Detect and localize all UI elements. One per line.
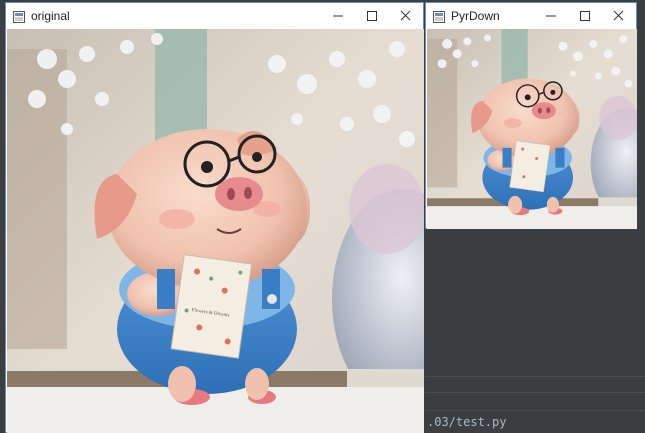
original-window: original Flowers & Dreams	[5, 2, 424, 433]
original-window-title: original	[31, 9, 70, 23]
original-titlebar[interactable]: original	[6, 3, 423, 29]
maximize-icon	[367, 11, 377, 21]
minimize-icon	[333, 15, 343, 17]
maximize-icon	[580, 11, 590, 21]
ide-divider	[425, 376, 645, 377]
pyrdown-titlebar[interactable]: PyrDown	[426, 3, 636, 29]
minimize-button[interactable]	[321, 3, 355, 29]
ide-divider	[425, 392, 645, 393]
pyrdown-image	[427, 29, 637, 229]
minimize-icon	[546, 15, 556, 17]
minimize-button[interactable]	[534, 3, 568, 29]
ide-divider	[425, 410, 645, 411]
close-button[interactable]	[602, 3, 636, 29]
pig-photo-small	[427, 29, 637, 229]
pig-photo: Flowers & Dreams	[7, 29, 424, 433]
opencv-window-icon	[13, 10, 25, 23]
original-image: Flowers & Dreams	[7, 29, 424, 433]
close-button[interactable]	[389, 3, 423, 29]
ide-terminal-text: .03/test.py	[427, 415, 507, 429]
maximize-button[interactable]	[568, 3, 602, 29]
close-icon	[400, 10, 411, 21]
close-icon	[613, 10, 624, 21]
opencv-window-icon	[433, 10, 445, 23]
pyrdown-window-title: PyrDown	[451, 9, 500, 23]
maximize-button[interactable]	[355, 3, 389, 29]
pyrdown-window: PyrDown	[425, 2, 637, 229]
